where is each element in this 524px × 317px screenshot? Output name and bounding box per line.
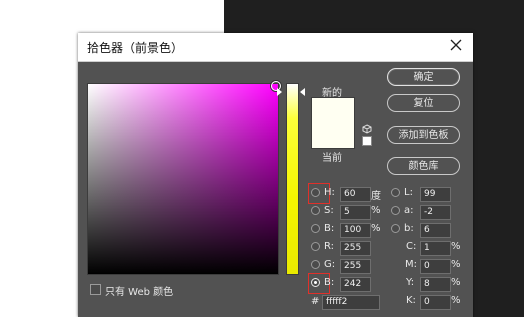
close-icon[interactable] — [449, 38, 463, 52]
b-hsb-unit: % — [371, 223, 381, 234]
radio-h[interactable] — [311, 188, 320, 197]
m-input[interactable]: 0 — [420, 259, 451, 274]
s-input[interactable]: 5 — [340, 205, 371, 220]
dialog-title: 拾色器（前景色） — [87, 41, 184, 55]
radio-b-lab[interactable] — [391, 224, 400, 233]
out-of-gamut-cube-icon[interactable] — [362, 124, 372, 134]
color-field[interactable] — [87, 83, 279, 275]
ok-button[interactable]: 确定 — [387, 68, 460, 86]
c-label: C: — [406, 241, 417, 252]
b-hsb-input[interactable]: 100 — [340, 223, 371, 238]
y-input[interactable]: 8 — [420, 277, 451, 292]
k-unit: % — [451, 295, 461, 306]
radio-b-rgb[interactable] — [311, 278, 320, 287]
add-to-swatches-button[interactable]: 添加到色板 — [387, 126, 460, 144]
m-unit: % — [451, 259, 461, 270]
color-field-value-layer — [88, 84, 278, 274]
web-safe-swatch[interactable] — [362, 136, 372, 146]
a-input[interactable]: -2 — [420, 205, 451, 220]
h-unit: 度 — [371, 191, 381, 202]
b-rgb-input[interactable]: 242 — [340, 277, 371, 292]
hex-label: # — [311, 296, 320, 307]
slider-left-arrow-icon[interactable] — [277, 88, 282, 96]
radio-r[interactable] — [311, 242, 320, 251]
color-slider[interactable] — [286, 83, 299, 275]
radio-b-hsb[interactable] — [311, 224, 320, 233]
g-input[interactable]: 255 — [340, 259, 371, 274]
b-rgb-label: B: — [324, 277, 335, 288]
c-input[interactable]: 1 — [420, 241, 451, 256]
new-color-swatch — [311, 97, 355, 134]
m-label: M: — [405, 259, 417, 270]
radio-l[interactable] — [391, 188, 400, 197]
b-lab-input[interactable]: 6 — [420, 223, 451, 238]
title-bar: 拾色器（前景色） — [78, 33, 473, 62]
g-label: G: — [324, 259, 336, 270]
current-color-label: 当前 — [322, 153, 342, 164]
k-label: K: — [406, 295, 416, 306]
current-color-swatch[interactable] — [311, 133, 355, 149]
c-unit: % — [451, 241, 461, 252]
a-label: a: — [404, 205, 414, 216]
r-input[interactable]: 255 — [340, 241, 371, 256]
k-input[interactable]: 0 — [420, 295, 451, 310]
web-only-checkbox[interactable] — [90, 284, 101, 295]
web-only-label: 只有 Web 颜色 — [105, 287, 174, 298]
y-unit: % — [451, 277, 461, 288]
h-input[interactable]: 60 — [340, 187, 371, 202]
color-picker-dialog: 拾色器（前景色） 新的 当前 确定 复位 添加到色板 颜色库 H: 60 度 S… — [78, 33, 473, 317]
s-label: S: — [324, 205, 334, 216]
radio-a[interactable] — [391, 206, 400, 215]
b-hsb-label: B: — [324, 223, 335, 234]
s-unit: % — [371, 205, 381, 216]
radio-s[interactable] — [311, 206, 320, 215]
l-input[interactable]: 99 — [420, 187, 451, 202]
r-label: R: — [324, 241, 335, 252]
slider-right-arrow-icon[interactable] — [300, 88, 305, 96]
y-label: Y: — [406, 277, 415, 288]
b-lab-label: b: — [404, 223, 414, 234]
color-library-button[interactable]: 颜色库 — [387, 157, 460, 175]
reset-button[interactable]: 复位 — [387, 94, 460, 112]
hex-input[interactable]: fffff2 — [322, 295, 380, 310]
h-label: H: — [324, 187, 335, 198]
radio-g[interactable] — [311, 260, 320, 269]
l-label: L: — [404, 187, 413, 198]
